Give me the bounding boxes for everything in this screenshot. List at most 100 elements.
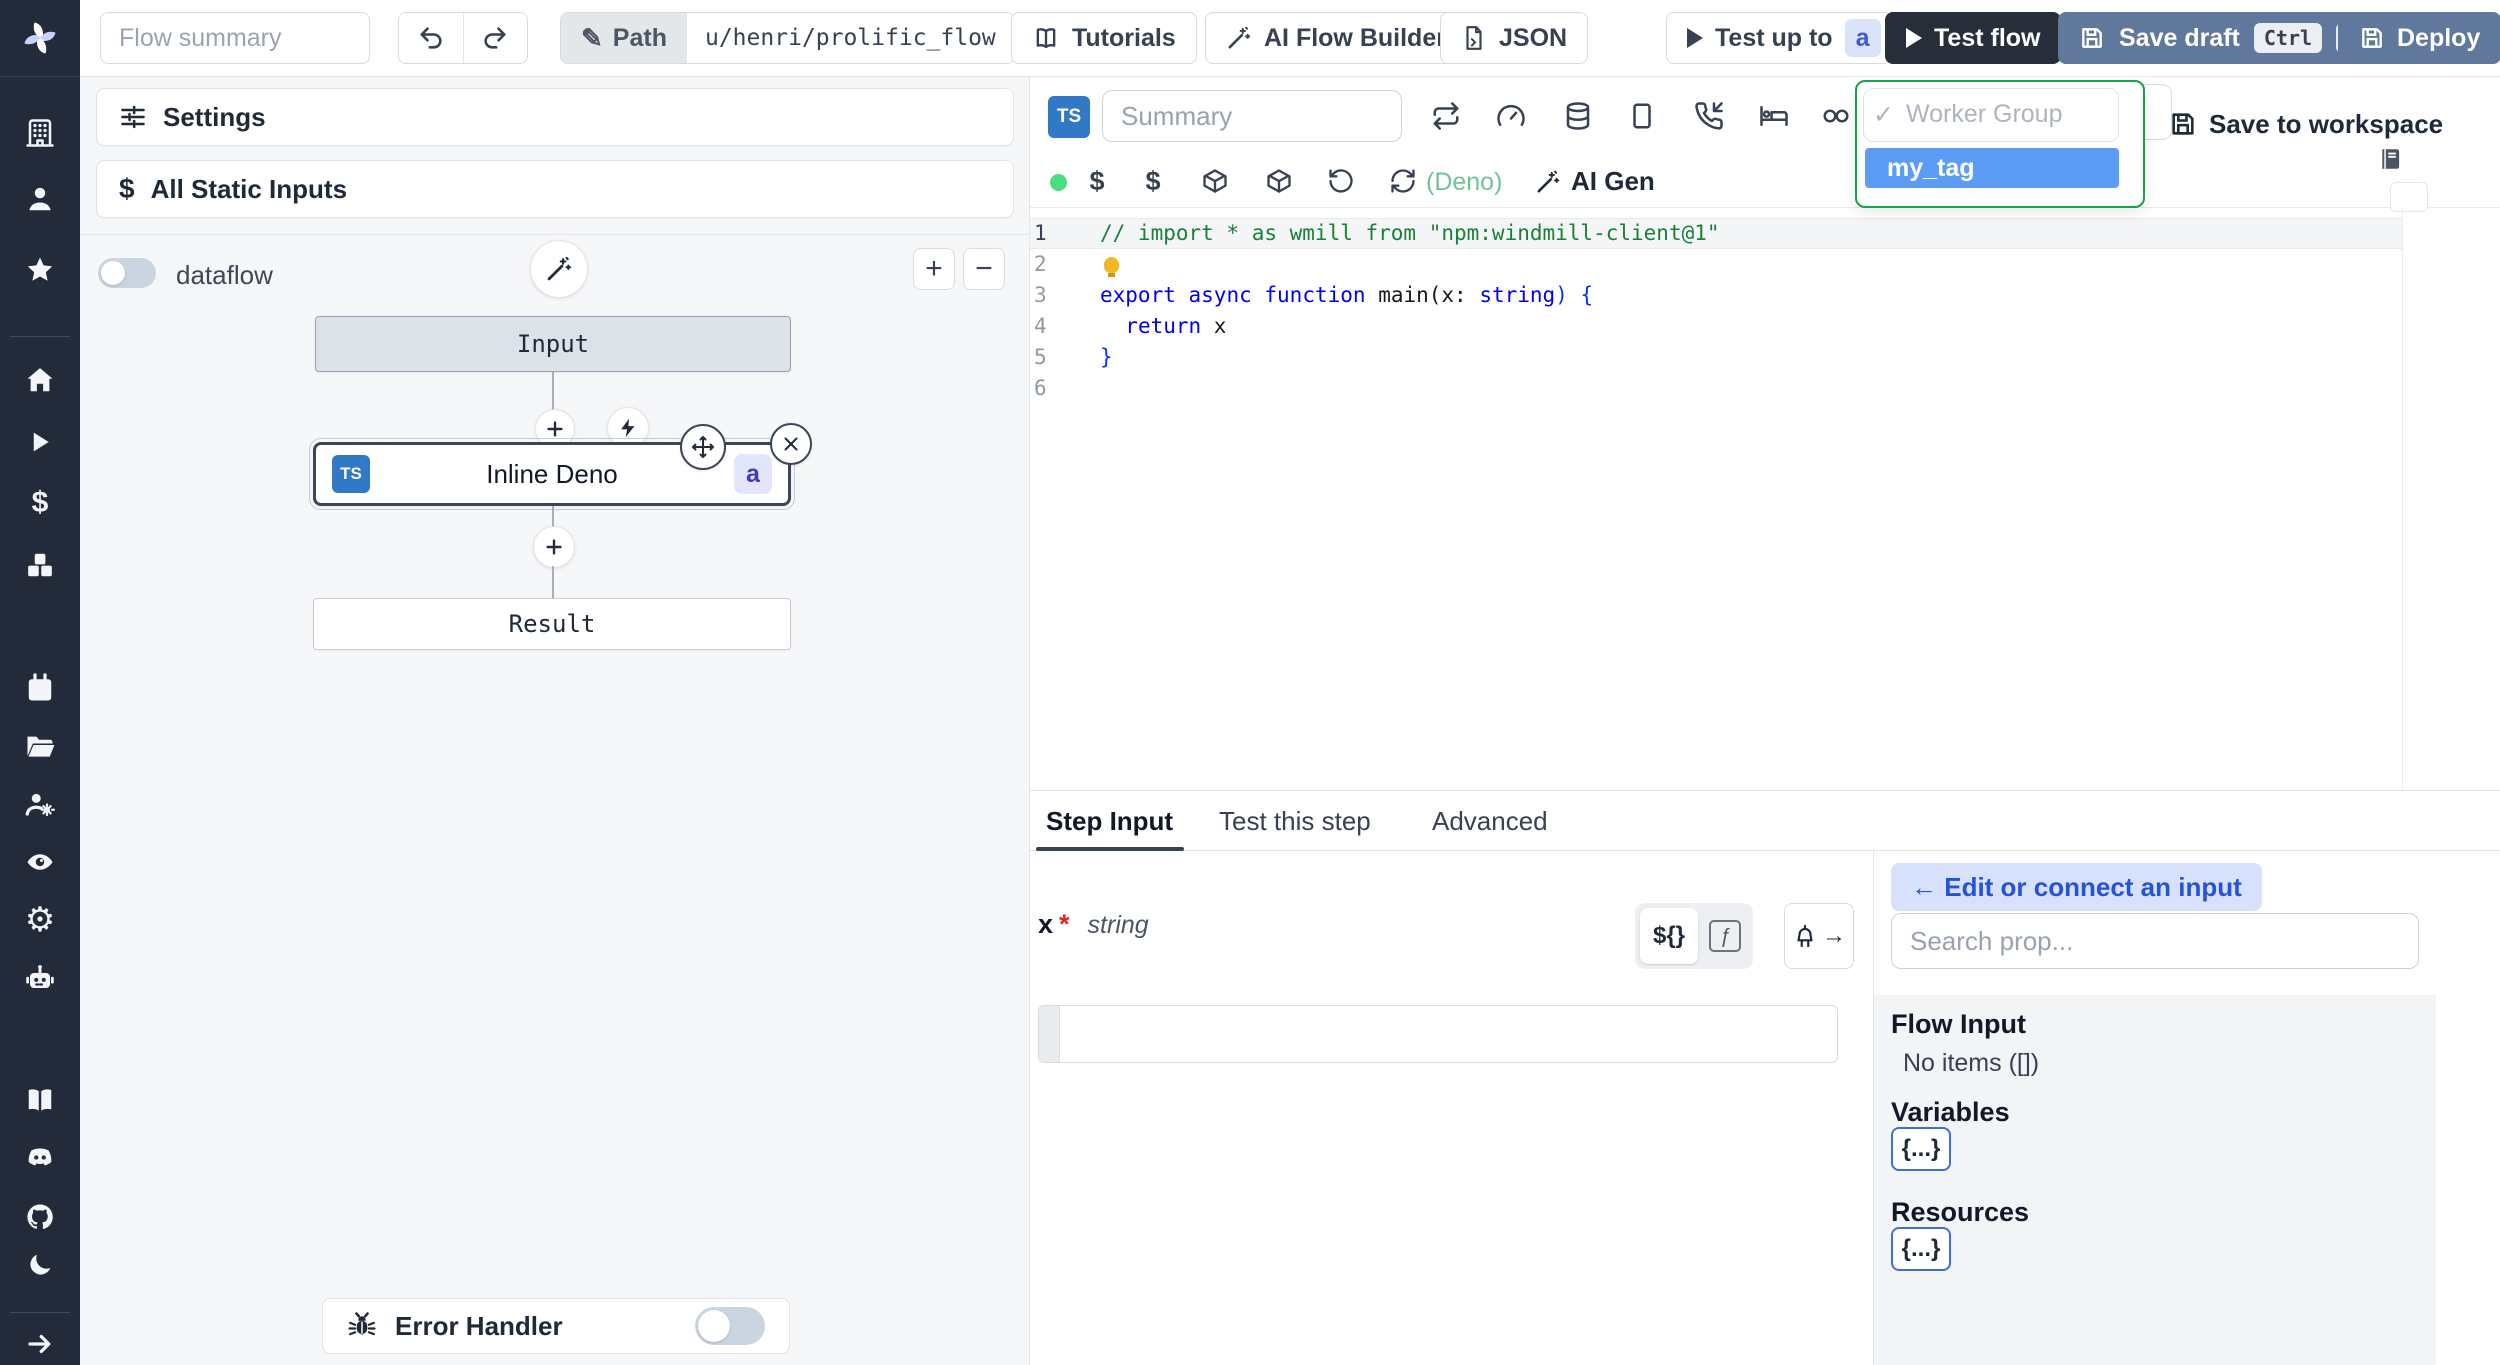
field-label: x * string (1038, 909, 1149, 940)
save-to-workspace-button[interactable]: Save to workspace (2169, 102, 2443, 146)
step-tabs: Step Input Test this step Advanced (1030, 791, 2500, 851)
bug-icon (347, 1311, 377, 1341)
test-flow-button[interactable]: Test flow (1885, 12, 2062, 64)
dataflow-toggle[interactable] (98, 258, 156, 288)
arrow-right-icon: → (1822, 922, 1846, 949)
step-id-badge: a (1844, 19, 1881, 57)
tab-test-this-step[interactable]: Test this step (1219, 791, 1371, 851)
test-up-to-button[interactable]: Test up to a (1666, 12, 1892, 64)
lightbulb-icon[interactable] (1104, 257, 1119, 277)
deploy-button[interactable]: Deploy (2338, 12, 2500, 64)
field-name: x (1038, 909, 1054, 939)
edit-path-button[interactable]: ✎ Path (561, 13, 687, 63)
function-mode-button[interactable]: ƒ (1702, 908, 1748, 964)
check-icon: ✓ (1873, 101, 1894, 129)
pencil-icon: ✎ (581, 22, 603, 53)
retries-repeat-icon[interactable] (1430, 100, 1462, 132)
edit-or-connect-button[interactable]: ← Edit or connect an input (1891, 863, 2262, 911)
flow-result-node[interactable]: Result (313, 598, 791, 650)
tutorials-button[interactable]: Tutorials (1011, 12, 1197, 64)
ai-flow-builder-button[interactable]: AI Flow Builder (1205, 12, 1467, 64)
reset-rotate-ccw-icon[interactable] (1326, 166, 1356, 196)
windmill-logo[interactable] (0, 0, 80, 77)
deno-runtime-label[interactable]: (Deno) (1426, 168, 1502, 197)
flow-input-empty: No items ([]) (1903, 1049, 2040, 1077)
flow-settings-button[interactable]: Settings (96, 88, 1014, 146)
error-handler-toggle[interactable] (695, 1307, 765, 1345)
all-static-inputs-button[interactable]: $ All Static Inputs (96, 160, 1014, 218)
favorites-star-icon[interactable] (0, 248, 80, 292)
ai-robot-icon[interactable] (0, 956, 80, 1000)
typescript-badge: TS (1048, 96, 1090, 138)
audit-eye-icon[interactable] (0, 840, 80, 884)
sidebar-divider (10, 336, 70, 337)
runs-play-icon[interactable] (0, 420, 80, 464)
worker-tag-selected-option[interactable]: my_tag (1865, 148, 2119, 188)
connect-input-plug-button[interactable]: → (1784, 903, 1854, 969)
folders-icon[interactable] (0, 724, 80, 768)
workspace-building-icon[interactable] (0, 111, 80, 155)
template-mode-button[interactable]: ${} (1640, 908, 1698, 964)
worker-group-option[interactable]: ✓ Worker Group (1873, 100, 2062, 130)
ai-wand-button[interactable] (530, 240, 588, 298)
save-icon (2169, 110, 2197, 138)
play-icon (1906, 28, 1922, 48)
move-step-button[interactable] (680, 424, 726, 470)
early-stop-gauge-icon[interactable] (1495, 100, 1527, 132)
input-mode-toggle: ${} ƒ (1635, 903, 1753, 969)
error-handler-card[interactable]: Error Handler (322, 1298, 790, 1354)
concurrency-icon[interactable] (1820, 100, 1852, 132)
schedules-calendar-icon[interactable] (0, 666, 80, 710)
tab-step-input[interactable]: Step Input (1046, 791, 1173, 851)
resources-boxes-icon[interactable] (0, 543, 80, 587)
variables-object-badge[interactable]: {...} (1891, 1127, 1951, 1171)
delete-step-button[interactable] (770, 423, 812, 465)
step-editor-panel: TS ✓ Worker Group my_tag Save to workspa… (1030, 76, 2500, 790)
settings-gear-icon[interactable]: ⚙ (0, 898, 80, 942)
sleep-bed-icon[interactable] (1758, 100, 1790, 132)
dollar-icon: $ (119, 173, 135, 204)
groups-user-cog-icon[interactable] (0, 782, 80, 826)
zoom-in-button[interactable]: + (913, 248, 955, 290)
sidebar-divider (10, 1312, 70, 1313)
ai-gen-button[interactable]: AI Gen (1535, 166, 1655, 197)
reload-refresh-icon[interactable] (1388, 166, 1418, 196)
mock-rectangle-icon[interactable] (1626, 100, 1658, 132)
expand-sidebar-arrow-icon[interactable] (0, 1322, 80, 1365)
package-cube-icon[interactable] (1264, 166, 1294, 196)
library-icon[interactable] (2378, 144, 2404, 174)
dark-mode-moon-icon[interactable] (0, 1243, 80, 1287)
discord-icon[interactable] (0, 1136, 80, 1180)
dollar-icon[interactable]: $ (1082, 166, 1112, 196)
undo-button[interactable] (399, 13, 464, 63)
typescript-badge: TS (332, 455, 370, 493)
user-icon[interactable] (0, 177, 80, 221)
resources-object-badge[interactable]: {...} (1891, 1227, 1951, 1271)
variables-dollar-icon[interactable]: $ (0, 481, 80, 525)
dollar-icon[interactable]: $ (1138, 166, 1168, 196)
minimap-box (2390, 182, 2428, 212)
search-prop-input[interactable] (1891, 913, 2419, 969)
path-value[interactable]: u/henri/prolific_flow (686, 13, 1014, 63)
home-icon[interactable] (0, 358, 80, 402)
flow-input-node[interactable]: Input (315, 316, 791, 372)
github-icon[interactable] (0, 1195, 80, 1239)
package-cube-icon[interactable] (1200, 166, 1230, 196)
zoom-out-button[interactable]: − (963, 248, 1005, 290)
docs-book-icon[interactable] (0, 1078, 80, 1122)
code-editor[interactable]: 1// import * as wmill from "npm:windmill… (1030, 208, 2500, 800)
step-summary-input[interactable] (1102, 90, 1402, 142)
required-asterisk: * (1059, 909, 1070, 939)
redo-button[interactable] (463, 13, 527, 63)
status-dot (1050, 174, 1067, 191)
cache-database-icon[interactable] (1562, 100, 1594, 132)
flow-summary-input[interactable] (100, 12, 370, 64)
suspend-phone-icon[interactable] (1693, 100, 1725, 132)
wand-icon (1226, 25, 1252, 51)
tab-advanced[interactable]: Advanced (1432, 791, 1548, 851)
json-button[interactable]: JSON (1440, 12, 1589, 64)
field-value-input[interactable] (1038, 1005, 1838, 1063)
variables-title: Variables (1891, 1097, 2010, 1127)
dataflow-label: dataflow (176, 260, 273, 290)
insert-step-button[interactable] (533, 526, 575, 568)
